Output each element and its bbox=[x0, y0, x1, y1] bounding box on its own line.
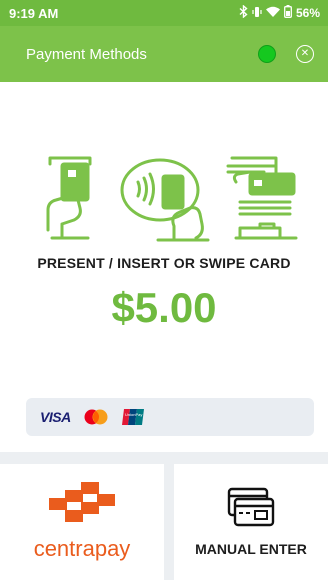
tap-card-icon bbox=[120, 158, 210, 242]
bluetooth-icon bbox=[239, 4, 248, 21]
battery-icon bbox=[284, 5, 292, 21]
accepted-cards-strip: VISA UnionPay bbox=[26, 398, 314, 436]
centrapay-label: centrapay bbox=[33, 536, 131, 561]
visa-logo: VISA bbox=[40, 409, 71, 425]
vibrate-icon bbox=[252, 6, 262, 21]
manual-card-icon bbox=[227, 487, 275, 527]
unionpay-icon: UnionPay bbox=[121, 409, 144, 425]
connection-status-dot bbox=[258, 45, 276, 63]
swipe-card-icon bbox=[226, 156, 298, 240]
app-bar: Payment Methods ✕ bbox=[0, 26, 328, 82]
payment-amount: $5.00 bbox=[111, 284, 217, 331]
payment-prompt: PRESENT / INSERT OR SWIPE CARD bbox=[37, 255, 291, 271]
manual-enter-label: MANUAL ENTER bbox=[195, 541, 307, 557]
centrapay-option[interactable]: centrapay bbox=[0, 464, 164, 580]
centrapay-logo bbox=[49, 482, 115, 522]
insert-card-icon bbox=[46, 156, 92, 240]
mastercard-icon bbox=[84, 409, 108, 425]
payment-illustration bbox=[46, 156, 298, 242]
unionpay-wordmark: UnionPay bbox=[125, 412, 142, 417]
manual-enter-option[interactable]: MANUAL ENTER bbox=[174, 464, 328, 580]
status-time: 9:19 AM bbox=[9, 5, 59, 21]
wifi-icon bbox=[265, 6, 280, 21]
status-bar: 9:19 AM 56% bbox=[0, 0, 328, 26]
close-icon[interactable]: ✕ bbox=[296, 45, 314, 63]
battery-percent: 56% bbox=[295, 6, 320, 20]
page-title: Payment Methods bbox=[26, 45, 147, 63]
